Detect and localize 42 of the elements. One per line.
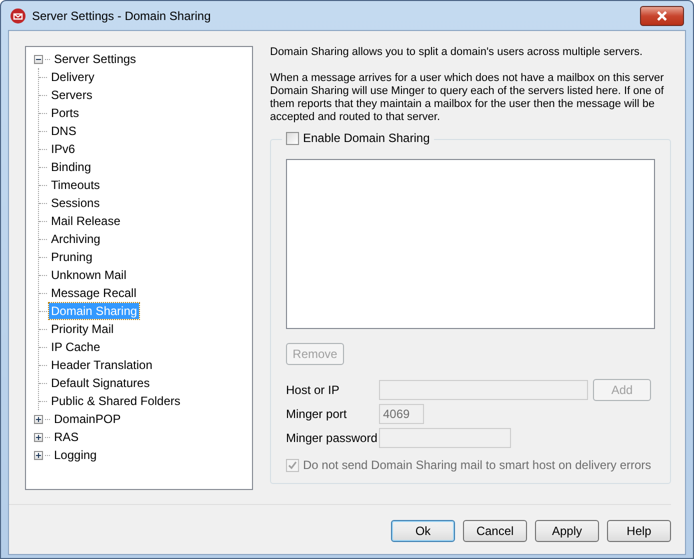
dialog-button[interactable]: Apply xyxy=(535,520,599,542)
tree-item[interactable]: Message Recall xyxy=(49,285,138,301)
tree-item[interactable]: Archiving xyxy=(49,231,102,247)
tree-item[interactable]: RAS xyxy=(52,429,81,445)
dialog-button[interactable]: Cancel xyxy=(463,520,527,542)
expand-icon[interactable] xyxy=(34,414,43,424)
checkbox-label: Do not send Domain Sharing mail to smart host on delivery errors xyxy=(303,458,652,472)
collapse-icon[interactable] xyxy=(34,54,43,64)
tree-item[interactable]: Servers xyxy=(49,87,94,103)
tree-item[interactable]: DomainPOP xyxy=(52,411,123,427)
field-label: Host or IP xyxy=(286,382,340,396)
checkbox[interactable] xyxy=(286,132,299,144)
tree-item[interactable]: IPv6 xyxy=(49,141,78,157)
tree-item[interactable]: Ports xyxy=(49,105,82,121)
window-title: Server Settings - Domain Sharing xyxy=(32,8,211,22)
close-icon xyxy=(656,10,668,20)
tree-item[interactable]: Server Settings xyxy=(52,51,138,67)
tree-item[interactable]: Delivery xyxy=(49,69,96,85)
description-text: Domain Sharing allows you to split a domain's users across multiple servers. xyxy=(270,46,644,59)
field-label: Minger port xyxy=(286,406,348,420)
tree-item[interactable]: Timeouts xyxy=(49,177,102,193)
dialog-button[interactable]: Help xyxy=(607,520,671,542)
tree-item[interactable]: Unknown Mail xyxy=(49,267,128,283)
tree-item[interactable]: IP Cache xyxy=(49,339,102,355)
envelope-icon xyxy=(10,8,26,24)
tree-item[interactable]: Sessions xyxy=(49,195,102,211)
tree-item[interactable]: Binding xyxy=(49,159,94,175)
tree-item[interactable]: Default Signatures xyxy=(49,375,152,391)
tree-item[interactable]: Public & Shared Folders xyxy=(49,393,182,409)
tree-item[interactable]: Priority Mail xyxy=(49,321,116,337)
checkbox-label: Enable Domain Sharing xyxy=(303,131,430,145)
expand-icon[interactable] xyxy=(34,432,43,442)
tree-item[interactable]: Mail Release xyxy=(49,213,122,229)
tree-item[interactable]: Pruning xyxy=(49,249,94,265)
tree-item[interactable]: DNS xyxy=(49,123,78,139)
field-label: Minger password xyxy=(286,430,378,444)
close-button[interactable] xyxy=(640,6,684,26)
description-text: When a message arrives for a user which does not have a mailbox on this server Domain Sharing will use Minger to query each of the servers listed here. If one of them reports that they maintain a mailbox for the user then the message will be accepted and routed to that server. xyxy=(270,72,665,124)
dialog-button[interactable]: Ok xyxy=(391,520,455,542)
expand-icon[interactable] xyxy=(34,450,43,460)
tree-item[interactable]: Header Translation xyxy=(49,357,154,373)
tree-item[interactable]: Logging xyxy=(52,447,99,463)
